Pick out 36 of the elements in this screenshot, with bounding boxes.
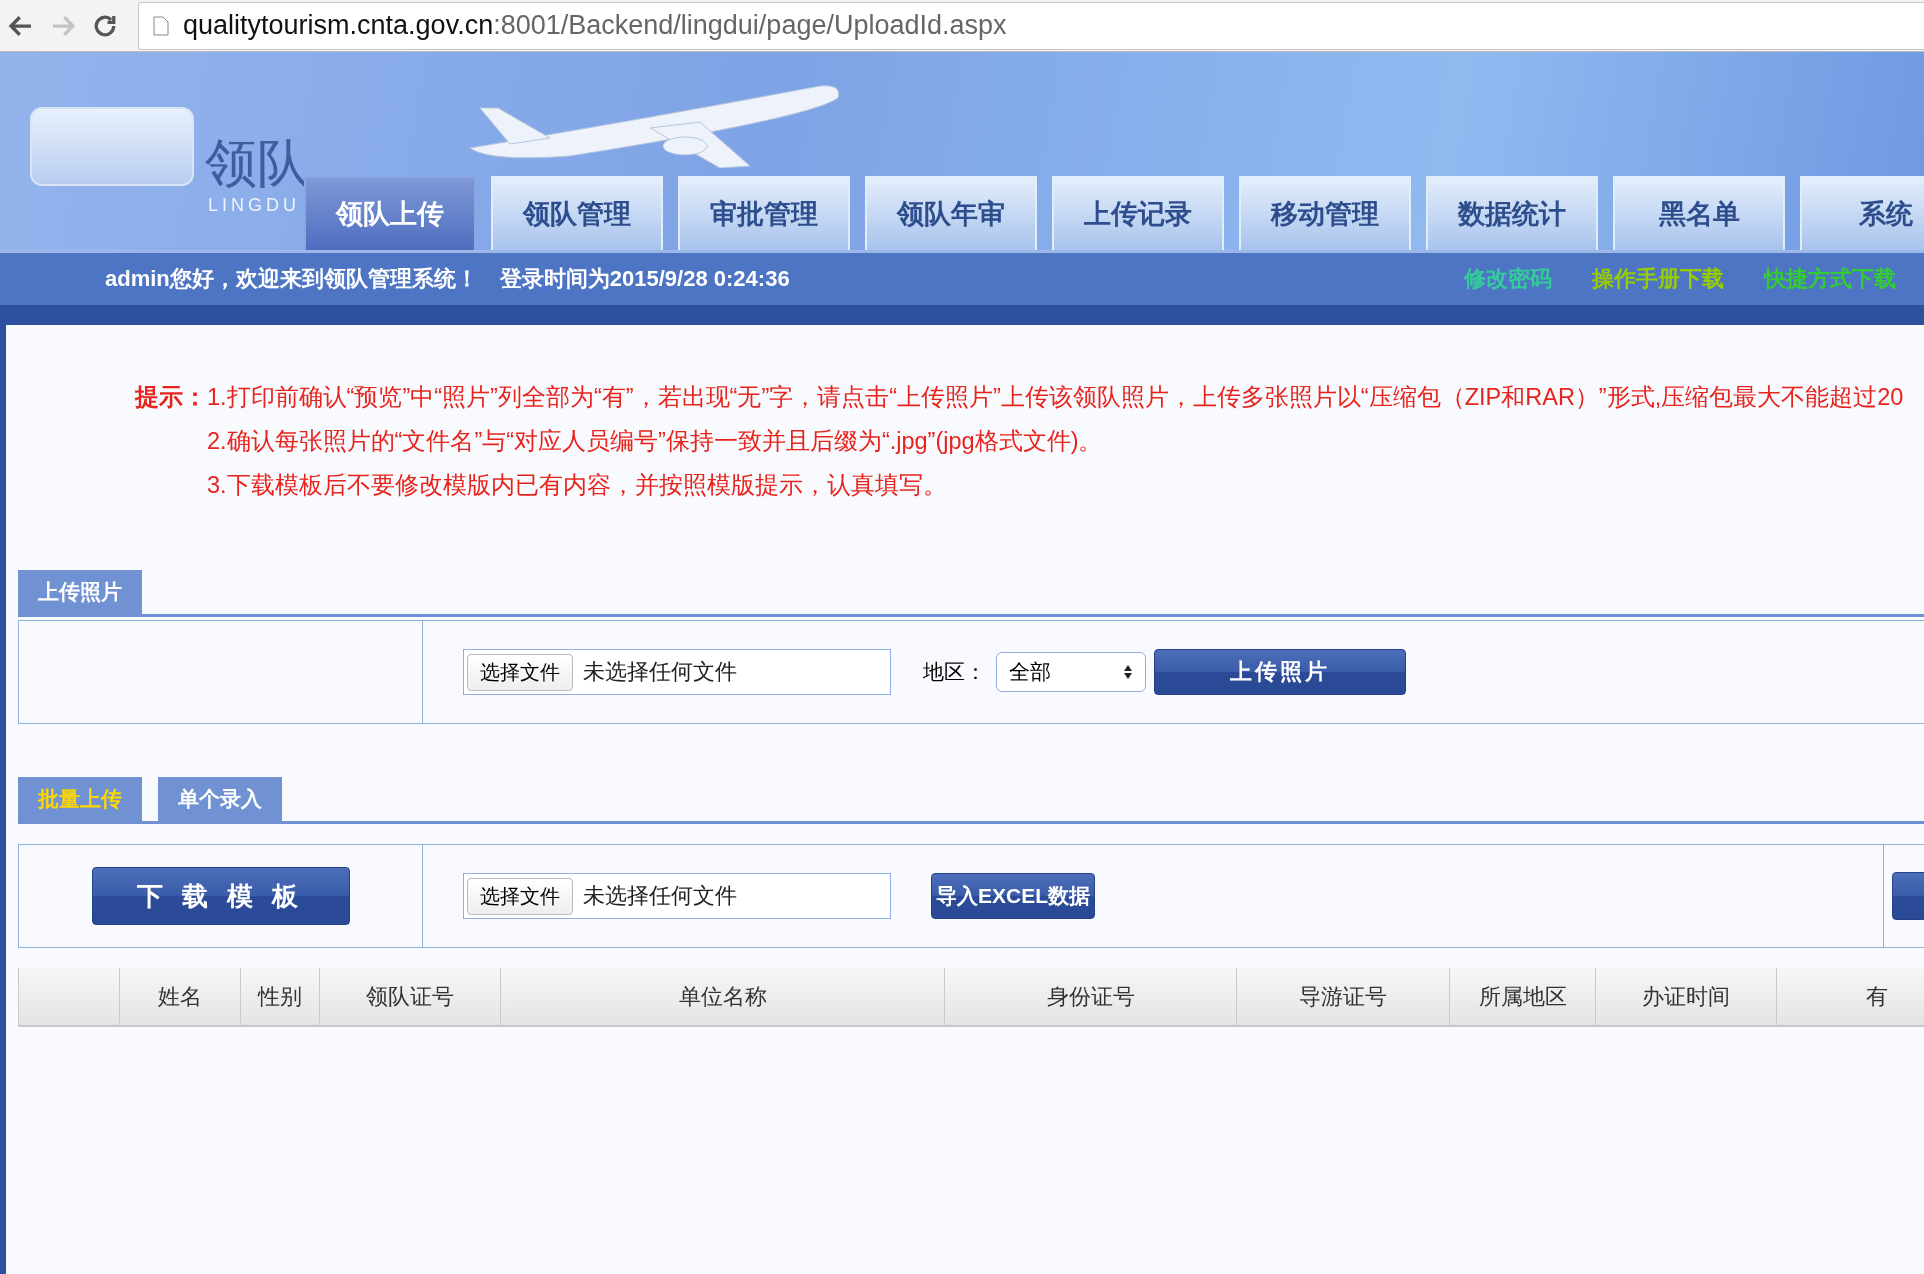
notice-text: 3.下载模板后不要修改模版内已有内容，并按照模版提示，认真填写。 (207, 471, 948, 500)
nav-tab[interactable]: 审批管理 (678, 176, 850, 250)
column-header: 导游证号 (1237, 968, 1450, 1025)
region-select[interactable]: 全部 (996, 652, 1146, 692)
logo-icon (30, 107, 194, 186)
notice-text: 2.确认每张照片的“文件名”与“对应人员编号”保持一致并且后缀为“.jpg”(jpg格式文件)。 (207, 427, 1104, 456)
column-header: 办证时间 (1596, 968, 1777, 1025)
column-header: 身份证号 (945, 968, 1237, 1025)
column-header: 性别 (241, 968, 320, 1025)
nav-tab[interactable]: 领队管理 (491, 176, 663, 250)
greeting-text: admin您好，欢迎来到领队管理系统！ (105, 265, 478, 293)
column-header: 有 (1777, 968, 1924, 1025)
section-tab[interactable]: 单个录入 (158, 777, 282, 821)
nav-tab[interactable]: 领队上传 (304, 176, 476, 250)
logo-subtitle: LINGDU (208, 195, 300, 216)
page-icon (153, 15, 169, 36)
nav-tab[interactable]: 领队年审 (865, 176, 1037, 250)
dropdown-arrows-icon (1123, 664, 1133, 680)
login-time: 登录时间为2015/9/28 0:24:36 (499, 265, 790, 293)
nav-tab[interactable]: 数据统计 (1426, 176, 1598, 250)
nav-tab[interactable]: 系统 (1800, 176, 1924, 250)
import-button[interactable]: 导入EXCEL数据 (931, 873, 1095, 919)
upload-button[interactable]: 上传照片 (1154, 649, 1406, 695)
notice-label: 提示： (135, 383, 207, 412)
column-header: 领队证号 (320, 968, 501, 1025)
column-header: 单位名称 (501, 968, 945, 1025)
download-template-button[interactable]: 下 载 模 板 (91, 867, 350, 925)
file-field[interactable]: 选择文件 未选择任何文件 (463, 873, 891, 919)
nav-tab[interactable]: 黑名单 (1613, 176, 1785, 250)
column-header: 姓名 (120, 968, 241, 1025)
nav-tab[interactable]: 上传记录 (1052, 176, 1224, 250)
notice-text: 1.打印前确认“预览”中“照片”列全部为“有”，若出现“无”字，请点击“上传照片”上传该领队照片，上传多张照片以“压缩包（ZIP和RAR）”形式,压缩包最大不能超过20 (207, 383, 1904, 412)
nav-tab[interactable]: 移动管理 (1239, 176, 1411, 250)
region-label: 地区： (923, 659, 986, 685)
file-field[interactable]: 选择文件 未选择任何文件 (463, 649, 891, 695)
column-header: 所属地区 (1450, 968, 1596, 1025)
